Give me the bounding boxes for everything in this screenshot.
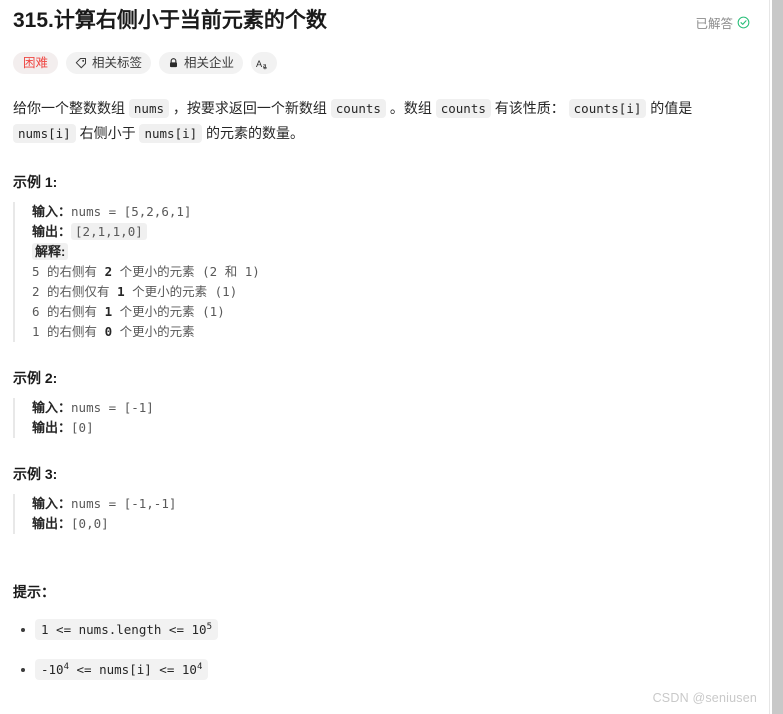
- explain-pre: 5 的右侧有: [32, 264, 105, 279]
- check-circle-icon: [737, 16, 750, 29]
- desc-text-1: 给你一个整数数组: [13, 100, 129, 116]
- example-input-value: nums = [5,2,6,1]: [71, 204, 192, 219]
- example-block: 示例 3: 输入：nums = [-1,-1] 输出：[0,0]: [13, 464, 755, 534]
- explain-count: 1: [104, 304, 113, 319]
- example-title: 示例 3:: [13, 466, 58, 482]
- example-output-value: [0,0]: [71, 516, 109, 531]
- constraint-text-mid: <= nums[i] <= 10: [69, 662, 197, 677]
- hints-section: 提示： 1 <= nums.length <= 105 -10 4 <= nums…: [13, 582, 755, 680]
- example-body: 输入：nums = [5,2,6,1] 输出： [2,1,1,0] 解释: 5 的…: [13, 202, 755, 342]
- example-output-value: [0]: [71, 420, 94, 435]
- example-explain-label: 解释:: [32, 243, 69, 260]
- example-output-line: 输出：[0,0]: [32, 514, 755, 534]
- status-badge: 已解答: [695, 13, 750, 32]
- example-input-line: 输入：nums = [-1,-1]: [32, 494, 755, 514]
- explain-count: 1: [117, 284, 125, 299]
- explain-detail-line: 6 的右侧有 1 个更小的元素 (1): [32, 302, 755, 322]
- vertical-scrollbar[interactable]: [772, 0, 783, 714]
- example-body: 输入：nums = [-1,-1] 输出：[0,0]: [13, 494, 755, 534]
- desc-code-counts-2: counts: [435, 99, 491, 118]
- explain-detail-line: 2 的右侧仅有 1 个更小的元素 (1): [32, 282, 755, 302]
- difficulty-label: 困难: [23, 56, 49, 70]
- related-companies-button[interactable]: 相关企业: [159, 52, 244, 74]
- problem-description: 给你一个整数数组 nums ，按要求返回一个新数组 counts 。数组 cou…: [13, 96, 755, 146]
- constraint-text: 1 <= nums.length <= 10: [41, 622, 207, 637]
- hints-list: 1 <= nums.length <= 105 -10 4 <= nums[i] …: [13, 619, 755, 680]
- desc-text-4: 有该性质：: [490, 100, 569, 116]
- tag-row: 困难 相关标签 相关企业 A a: [13, 52, 755, 74]
- example-input-value: nums = [-1]: [71, 400, 154, 415]
- constraint-exponent-2: 4: [196, 661, 203, 672]
- explain-count: 0: [104, 324, 113, 339]
- example-input-value: nums = [-1,-1]: [71, 496, 177, 511]
- constraint-text: -10: [41, 662, 64, 677]
- desc-code-counts-i: counts[i]: [568, 99, 647, 118]
- svg-text:A: A: [256, 59, 263, 69]
- desc-text-5: 的值是: [646, 100, 693, 116]
- example-input-line: 输入：nums = [5,2,6,1]: [32, 202, 755, 222]
- example-input-label: 输入：: [32, 400, 72, 415]
- example-input-line: 输入：nums = [-1]: [32, 398, 755, 418]
- example-output-label: 输出：: [32, 420, 72, 435]
- desc-text-6: 右侧小于: [75, 125, 140, 141]
- problem-header: 315.计算右侧小于当前元素的个数 已解答: [13, 6, 755, 36]
- example-explain-line: 解释:: [32, 242, 755, 262]
- desc-code-nums: nums: [128, 99, 169, 118]
- related-topics-label: 相关标签: [92, 56, 143, 70]
- constraint-length: 1 <= nums.length <= 105: [35, 619, 218, 640]
- difficulty-badge: 困难: [13, 52, 59, 74]
- explain-post: 个更小的元素 (1): [112, 304, 225, 319]
- related-topics-button[interactable]: 相关标签: [66, 52, 152, 74]
- explain-post: 个更小的元素: [112, 324, 195, 339]
- desc-text-7: 的元素的数量。: [202, 125, 305, 141]
- desc-text-3: 。数组: [385, 100, 436, 116]
- list-item: 1 <= nums.length <= 105: [21, 619, 755, 640]
- desc-text-2: ，按要求返回一个新数组: [169, 100, 331, 116]
- example-input-label: 输入：: [32, 204, 72, 219]
- example-block: 示例 2: 输入：nums = [-1] 输出：[0]: [13, 368, 755, 438]
- hints-title: 提示：: [13, 584, 55, 600]
- list-item: -104 <= nums[i] <= 104: [21, 659, 755, 680]
- lock-icon: [168, 57, 179, 69]
- explain-detail-line: 5 的右侧有 2 个更小的元素 (2 和 1): [32, 262, 755, 282]
- example-block: 示例 1: 输入：nums = [5,2,6,1] 输出： [2,1,1,0] 解…: [13, 172, 755, 342]
- problem-content: 315.计算右侧小于当前元素的个数 已解答 困难 相关标签 相关企业 A a 给…: [0, 0, 769, 680]
- explain-post: 个更小的元素 (1): [124, 284, 238, 299]
- status-label: 已解答: [695, 17, 733, 31]
- example-input-label: 输入：: [32, 496, 72, 511]
- example-output-value: [2,1,1,0]: [71, 223, 147, 240]
- related-companies-label: 相关企业: [184, 56, 235, 70]
- explain-detail-line: 1 的右侧有 0 个更小的元素: [32, 322, 755, 342]
- watermark: CSDN @seniusen: [652, 691, 757, 705]
- example-output-label: 输出：: [32, 224, 72, 239]
- explain-count: 2: [104, 264, 113, 279]
- content-divider: [769, 0, 770, 714]
- example-title: 示例 1:: [13, 174, 58, 190]
- example-output-line: 输出：[0]: [32, 418, 755, 438]
- font-size-icon: A a: [256, 57, 272, 70]
- example-title: 示例 2:: [13, 370, 58, 386]
- explain-pre: 1 的右侧有: [32, 324, 105, 339]
- problem-page: 315.计算右侧小于当前元素的个数 已解答 困难 相关标签 相关企业 A a 给…: [0, 0, 769, 714]
- constraint-range: -104 <= nums[i] <= 104: [35, 659, 209, 680]
- explain-pre: 2 的右侧仅有: [32, 284, 118, 299]
- tag-icon: [75, 57, 87, 69]
- constraint-exponent: 5: [206, 621, 212, 632]
- font-size-button[interactable]: A a: [251, 52, 278, 74]
- explain-post: 个更小的元素 (2 和 1): [112, 264, 260, 279]
- example-output-label: 输出：: [32, 516, 72, 531]
- example-output-line: 输出： [2,1,1,0]: [32, 222, 755, 242]
- desc-code-counts: counts: [330, 99, 386, 118]
- example-body: 输入：nums = [-1] 输出：[0]: [13, 398, 755, 438]
- explain-pre: 6 的右侧有: [32, 304, 105, 319]
- desc-code-nums-i: nums[i]: [13, 124, 76, 143]
- page-title: 315.计算右侧小于当前元素的个数: [13, 9, 327, 32]
- desc-code-nums-i-2: nums[i]: [139, 124, 203, 143]
